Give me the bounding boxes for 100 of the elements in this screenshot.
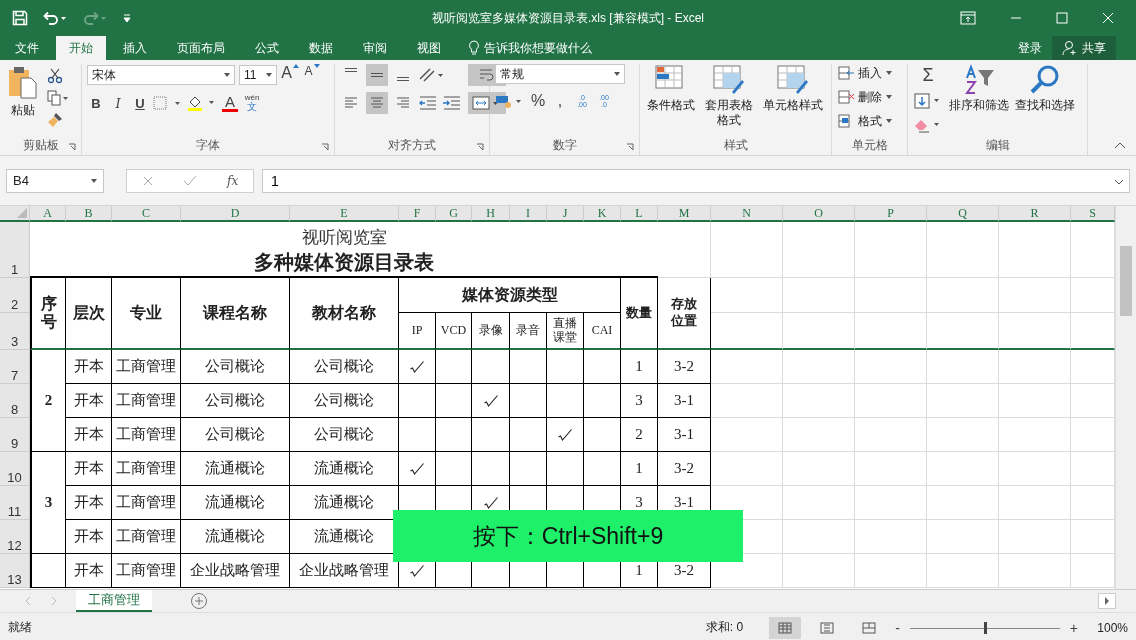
- zoom-out-button[interactable]: -: [895, 619, 900, 636]
- conditional-format-button[interactable]: 条件格式: [645, 64, 697, 135]
- font-size-dropdown[interactable]: 11: [239, 65, 277, 85]
- scroll-right-button[interactable]: [1098, 593, 1116, 609]
- merge-center-button[interactable]: [468, 92, 506, 114]
- dialog-launcher-icon[interactable]: [476, 143, 484, 151]
- row-header[interactable]: 8: [0, 384, 30, 418]
- cut-icon[interactable]: [47, 68, 63, 84]
- sheet-tab[interactable]: 工商管理: [76, 590, 152, 612]
- decrease-indent-icon[interactable]: [418, 95, 438, 111]
- paste-button[interactable]: 粘贴: [5, 64, 41, 135]
- percent-button[interactable]: %: [529, 90, 547, 112]
- save-button[interactable]: [12, 10, 28, 26]
- phonetic-button[interactable]: wén 文: [243, 92, 261, 114]
- insert-cells-button[interactable]: 插入: [837, 64, 902, 82]
- sign-in-link[interactable]: 登录: [1008, 36, 1052, 60]
- font-color-button[interactable]: A: [221, 92, 239, 114]
- row-header[interactable]: 1: [0, 222, 30, 278]
- close-icon[interactable]: [1102, 12, 1114, 24]
- column-header[interactable]: D: [181, 206, 290, 222]
- zoom-slider[interactable]: [909, 621, 1060, 634]
- tell-me-field[interactable]: 告诉我你想要做什么: [484, 39, 624, 57]
- expand-formula-icon[interactable]: [1114, 178, 1124, 186]
- row-header[interactable]: 3: [0, 313, 30, 350]
- ribbon-tab[interactable]: 公式: [242, 36, 292, 60]
- copy-icon[interactable]: [47, 90, 69, 106]
- shrink-font-button[interactable]: A: [303, 64, 321, 86]
- delete-cells-button[interactable]: 删除: [837, 88, 902, 106]
- formula-input[interactable]: 1: [262, 168, 1130, 193]
- customize-button[interactable]: [122, 12, 132, 24]
- cancel-icon[interactable]: [141, 174, 154, 187]
- column-header[interactable]: G: [436, 206, 472, 222]
- ribbon-tab[interactable]: 开始: [56, 36, 106, 60]
- column-header[interactable]: P: [855, 206, 927, 222]
- dialog-launcher-icon[interactable]: [626, 143, 634, 151]
- column-header[interactable]: J: [547, 206, 584, 222]
- format-cells-button[interactable]: 格式: [837, 112, 902, 130]
- share-button[interactable]: 共享: [1052, 36, 1116, 60]
- row-header[interactable]: 2: [0, 278, 30, 313]
- column-header[interactable]: K: [584, 206, 621, 222]
- column-header[interactable]: O: [783, 206, 855, 222]
- bold-button[interactable]: B: [87, 92, 105, 114]
- collapse-ribbon-icon[interactable]: [1114, 141, 1126, 149]
- column-header[interactable]: L: [621, 206, 658, 222]
- fill-color-icon[interactable]: [187, 94, 217, 112]
- enter-icon[interactable]: [183, 174, 198, 187]
- normal-view-button[interactable]: [769, 616, 802, 639]
- ribbon-tab[interactable]: 页面布局: [164, 36, 238, 60]
- zoom-in-button[interactable]: +: [1069, 619, 1078, 636]
- column-header[interactable]: R: [999, 206, 1071, 222]
- column-header[interactable]: F: [399, 206, 436, 222]
- format-painter-icon[interactable]: [47, 112, 63, 128]
- insert-function-button[interactable]: fx: [227, 173, 239, 188]
- ribbon-tab[interactable]: 数据: [296, 36, 346, 60]
- row-header[interactable]: 11: [0, 486, 30, 520]
- autosum-button[interactable]: Σ: [913, 64, 943, 86]
- ribbon-tab[interactable]: 文件: [2, 36, 52, 60]
- column-header[interactable]: B: [66, 206, 112, 222]
- column-header[interactable]: E: [290, 206, 399, 222]
- name-box[interactable]: B4: [6, 168, 104, 193]
- vertical-align-button[interactable]: [366, 64, 388, 86]
- column-header[interactable]: I: [510, 206, 547, 222]
- ribbon-tab[interactable]: 插入: [110, 36, 160, 60]
- sort-filter-button[interactable]: 排序和筛选: [949, 64, 1009, 135]
- row-header[interactable]: 9: [0, 418, 30, 452]
- row-header[interactable]: 12: [0, 520, 30, 554]
- maximize-icon[interactable]: [1056, 12, 1068, 24]
- table-header: IP: [399, 313, 436, 350]
- grow-font-button[interactable]: A: [281, 64, 299, 86]
- column-header[interactable]: C: [112, 206, 181, 222]
- column-header[interactable]: H: [472, 206, 510, 222]
- column-header[interactable]: N: [711, 206, 783, 222]
- underline-button[interactable]: U: [131, 92, 149, 114]
- comma-button[interactable]: ,: [551, 90, 569, 112]
- row-header[interactable]: 7: [0, 350, 30, 384]
- vertical-scrollbar[interactable]: [1115, 206, 1136, 589]
- dialog-launcher-icon[interactable]: [68, 143, 76, 151]
- column-header[interactable]: S: [1071, 206, 1115, 222]
- group-label: 编辑: [985, 136, 1010, 154]
- empty-cell: [711, 278, 783, 313]
- font-family-dropdown[interactable]: 宋体: [87, 65, 235, 85]
- number-format-dropdown[interactable]: 常规: [495, 64, 625, 84]
- undo-button[interactable]: [42, 10, 68, 26]
- italic-button[interactable]: I: [109, 92, 127, 114]
- ribbon-tab[interactable]: 视图: [404, 36, 454, 60]
- format-as-table-button[interactable]: 套用表格格式: [702, 64, 755, 135]
- cell-styles-button[interactable]: 单元格样式: [760, 64, 826, 135]
- row-header[interactable]: 10: [0, 452, 30, 486]
- increase-indent-icon[interactable]: [442, 95, 462, 111]
- add-sheet-icon[interactable]: [190, 592, 208, 610]
- select-all-button[interactable]: [0, 206, 30, 222]
- dialog-launcher-icon[interactable]: [321, 143, 329, 151]
- column-header[interactable]: M: [658, 206, 711, 222]
- ribbon-display-icon[interactable]: [960, 11, 976, 25]
- orientation-icon[interactable]: [418, 67, 446, 83]
- find-select-button[interactable]: 查找和选择: [1015, 64, 1075, 135]
- ribbon-tab[interactable]: 审阅: [350, 36, 400, 60]
- row-header[interactable]: 13: [0, 554, 30, 588]
- column-header[interactable]: Q: [927, 206, 999, 222]
- column-header[interactable]: A: [30, 206, 66, 222]
